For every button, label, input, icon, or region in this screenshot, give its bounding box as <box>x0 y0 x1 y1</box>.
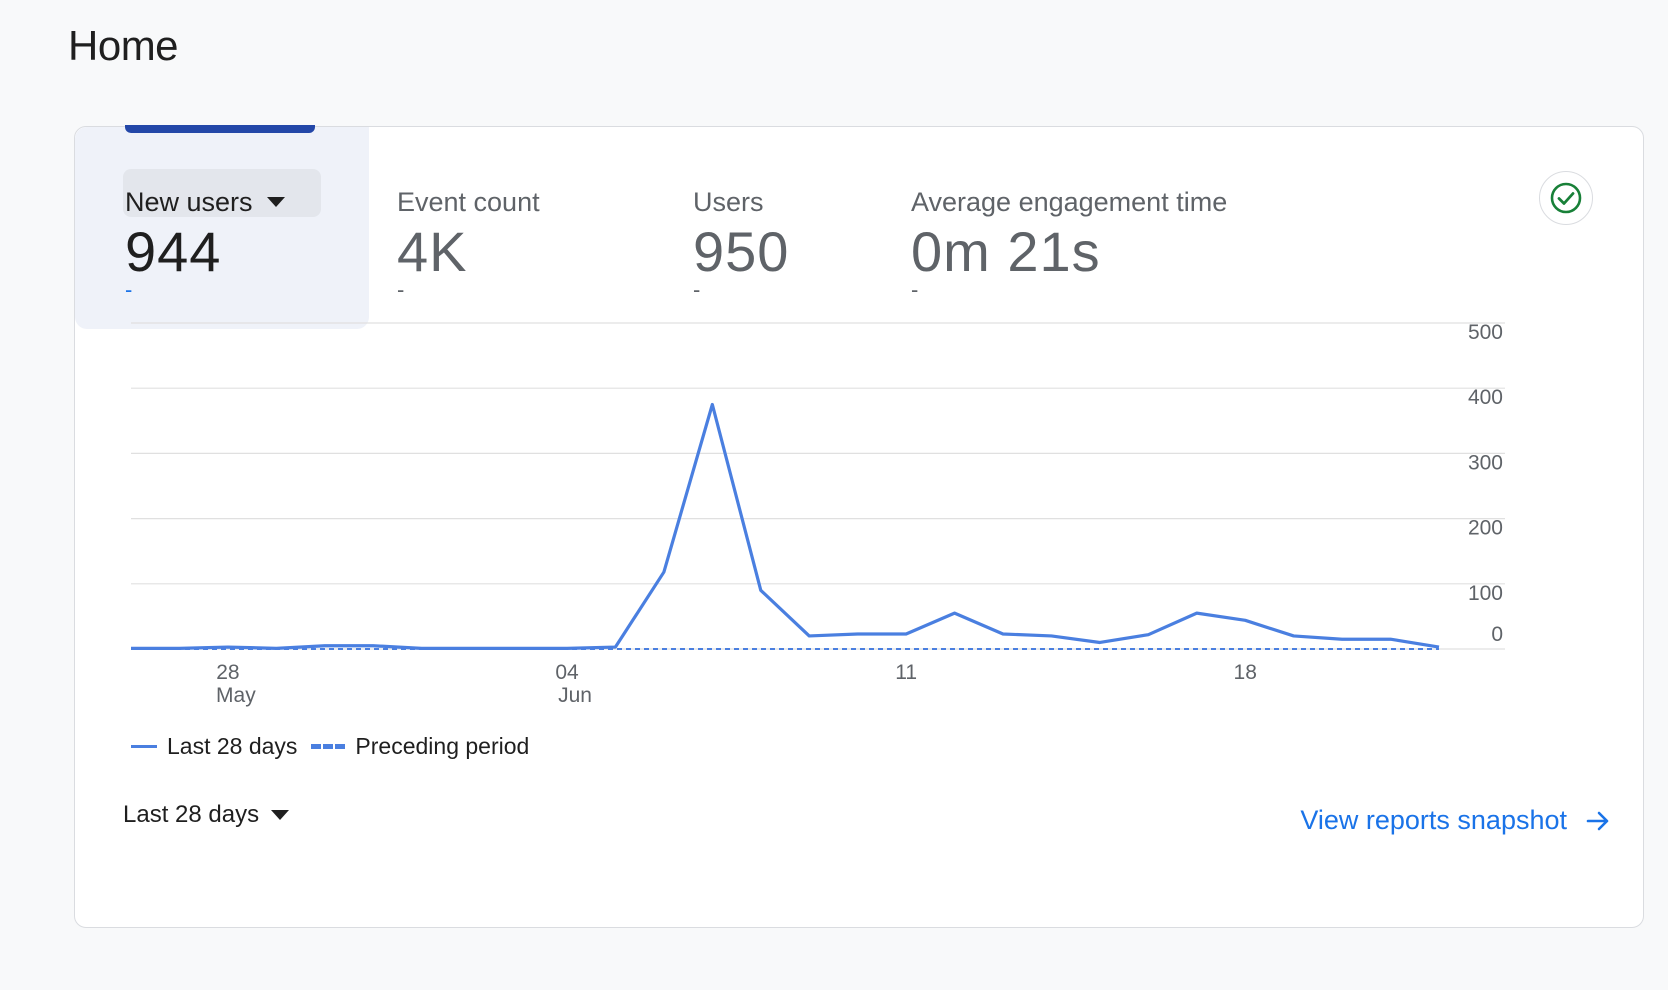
line-chart: 0 100 200 300 400 500 28May 04Jun 11 18 <box>131 321 1505 707</box>
legend-solid-line-icon <box>131 745 157 748</box>
y-tick-label: 500 <box>1468 321 1503 344</box>
x-tick-label-month: Jun <box>558 684 592 707</box>
arrow-right-icon <box>1586 811 1609 830</box>
date-range-dropdown[interactable]: Last 28 days <box>123 801 290 829</box>
legend-label: Last 28 days <box>167 733 298 759</box>
legend-item-last-28-days: Last 28 days <box>131 733 297 760</box>
x-tick-label-day: 28 <box>216 661 239 684</box>
x-tick-label-day: 04 <box>555 661 579 684</box>
y-tick-label: 100 <box>1468 582 1503 605</box>
legend-item-preceding-period: Preceding period <box>311 733 529 760</box>
y-tick-label: 400 <box>1468 386 1503 409</box>
date-range-label: Last 28 days <box>123 801 260 828</box>
legend-dashed-line-icon <box>311 744 346 749</box>
view-reports-snapshot-label: View reports snapshot <box>1300 805 1567 835</box>
chart-legend: Last 28 days Preceding period <box>131 733 529 760</box>
view-reports-snapshot-link[interactable]: View reports snapshot <box>1300 805 1611 836</box>
x-tick-label-day: 18 <box>1234 661 1257 684</box>
y-tick-label: 300 <box>1468 451 1503 474</box>
page-title: Home <box>68 22 179 69</box>
series-line-last-28-days <box>131 402 1440 650</box>
y-tick-label: 0 <box>1491 623 1503 646</box>
legend-label: Preceding period <box>355 733 530 759</box>
y-tick-label: 200 <box>1468 517 1503 540</box>
x-tick-label-month: May <box>216 684 256 707</box>
caret-down-icon <box>271 810 290 820</box>
home-overview-card: New users 944 - Event count 4K - Users 9… <box>74 125 1644 928</box>
x-tick-label-day: 11 <box>895 661 917 684</box>
